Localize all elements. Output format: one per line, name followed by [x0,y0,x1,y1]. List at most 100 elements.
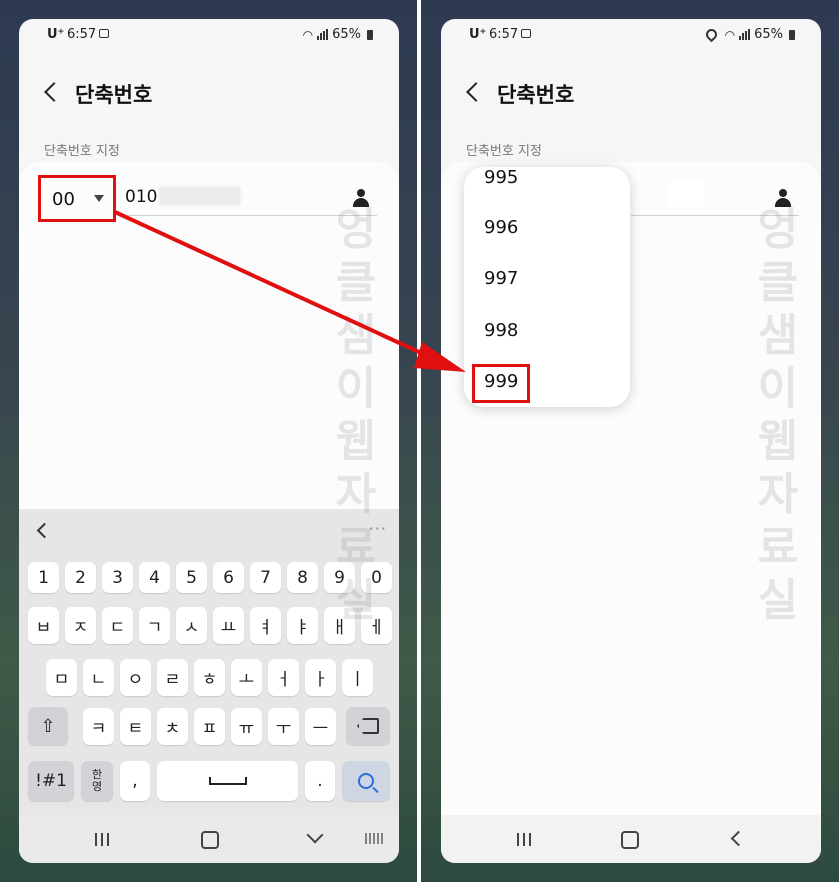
carrier-label: U⁺ [47,27,65,42]
hangul-key[interactable]: ㄱ [139,607,170,644]
status-icons: ◠ 65% [303,27,373,42]
hangul-key[interactable]: ㄹ [157,659,188,696]
signal-icon [739,29,751,40]
highlight-box-dropdown [38,175,116,222]
back-nav-icon[interactable] [730,830,747,847]
highlight-box-option-999 [472,364,530,403]
number-key[interactable]: 2 [65,562,96,593]
battery-percent: 65% [332,27,361,42]
app-header: 단축번호 [441,77,821,117]
navigation-bar [19,815,399,863]
app-header: 단축번호 [19,77,399,117]
recent-apps-icon[interactable] [95,833,109,846]
search-key[interactable] [342,761,390,801]
hangul-key[interactable]: ㅌ [120,708,151,745]
battery-percent: 65% [754,27,783,42]
hangul-key[interactable]: ㅎ [194,659,225,696]
hide-keyboard-icon[interactable] [306,826,324,844]
number-key[interactable]: 6 [213,562,244,593]
hangul-key[interactable]: ㅗ [231,659,262,696]
hangul-key[interactable]: ㅊ [157,708,188,745]
hangul-key[interactable]: ㅣ [342,659,373,696]
hangul-key[interactable]: ㅓ [268,659,299,696]
keyboard-toolbar: ··· [19,509,399,551]
hangul-key[interactable]: ㅏ [305,659,336,696]
picker-option-996[interactable]: 996 [484,217,518,238]
contact-picker-icon[interactable] [353,189,369,207]
carrier-label: U⁺ [469,27,487,42]
image-notification-icon [99,29,109,38]
samsung-keyboard: ··· 1234567890 ㅂㅈㄷㄱㅅㅛㅕㅑㅐㅔ ㅁㄴㅇㄹㅎㅗㅓㅏㅣ ㅋㅌㅊㅍ… [19,509,399,815]
number-key[interactable]: 7 [250,562,281,593]
phone-number-underline [119,215,377,216]
picker-option-995[interactable]: 995 [484,167,518,188]
page-title: 단축번호 [75,83,153,107]
status-bar: U⁺ 6:57 ◠ 65% [441,19,821,51]
hangul-key[interactable]: ㅐ [324,607,355,644]
hangul-key[interactable]: ㅅ [176,607,207,644]
number-key[interactable]: 8 [287,562,318,593]
number-key[interactable]: 5 [176,562,207,593]
space-key[interactable] [157,761,298,801]
status-time: 6:57 [67,27,97,42]
back-icon[interactable] [466,82,486,102]
hangul-key[interactable]: ㅡ [305,708,336,745]
back-icon[interactable] [44,82,64,102]
hangul-key[interactable]: ㅠ [231,708,262,745]
signal-icon [317,29,329,40]
recent-apps-icon[interactable] [517,833,531,846]
contact-picker-icon[interactable] [775,189,791,207]
hangul-key[interactable]: ㄷ [102,607,133,644]
period-key[interactable]: . [305,761,335,801]
number-key[interactable]: 1 [28,562,59,593]
section-label: 단축번호 지정 [466,144,542,159]
hangul-key[interactable]: ㅂ [28,607,59,644]
picker-option-997[interactable]: 997 [484,268,518,289]
search-icon [358,773,374,789]
hangul-key[interactable]: ㅈ [65,607,96,644]
phone-number-input[interactable]: 010 [125,187,157,207]
number-key[interactable]: 9 [324,562,355,593]
number-key[interactable]: 3 [102,562,133,593]
page-title: 단축번호 [497,83,575,107]
picker-option-998[interactable]: 998 [484,320,518,341]
language-switch-key[interactable]: 한 영 [81,761,113,801]
language-key-bottom: 영 [91,780,103,793]
section-label: 단축번호 지정 [44,144,120,159]
hangul-key[interactable]: ㅇ [120,659,151,696]
phone-number-redacted [159,186,241,206]
number-key[interactable]: 0 [361,562,392,593]
battery-icon [367,29,373,40]
home-icon[interactable] [201,831,219,849]
phone-screen-right: U⁺ 6:57 ◠ 65% 단축번호 단축번호 지정 995 996 997 9… [441,19,821,863]
status-icons: ◠ 65% [703,26,795,43]
keyboard-switch-icon[interactable] [365,833,383,844]
wifi-icon: ◠ [302,27,314,42]
keyboard-more-icon[interactable]: ··· [369,519,387,538]
hangul-key[interactable]: ㅋ [83,708,114,745]
keyboard-collapse-icon[interactable] [36,522,53,539]
home-icon[interactable] [621,831,639,849]
symbols-key[interactable]: !#1 [28,761,74,801]
hangul-key[interactable]: ㅜ [268,708,299,745]
hangul-key[interactable]: ㅍ [194,708,225,745]
hangul-key[interactable]: ㅛ [213,607,244,644]
comma-key[interactable]: , [120,761,150,801]
shift-key[interactable]: ⇧ [28,707,68,745]
hangul-key[interactable]: ㄴ [83,659,114,696]
hangul-key[interactable]: ㅔ [361,607,392,644]
phone-number-underline [631,215,799,216]
navigation-bar [441,815,821,863]
status-bar: U⁺ 6:57 ◠ 65% [19,19,399,51]
backspace-key[interactable] [346,707,390,745]
space-bar-icon [208,777,247,785]
backspace-icon [357,718,379,734]
phone-number-redacted [669,181,705,207]
hangul-key[interactable]: ㅑ [287,607,318,644]
number-key[interactable]: 4 [139,562,170,593]
location-icon [703,26,719,43]
image-notification-icon [521,29,531,38]
hangul-key[interactable]: ㅕ [250,607,281,644]
status-time: 6:57 [489,27,519,42]
hangul-key[interactable]: ㅁ [46,659,77,696]
